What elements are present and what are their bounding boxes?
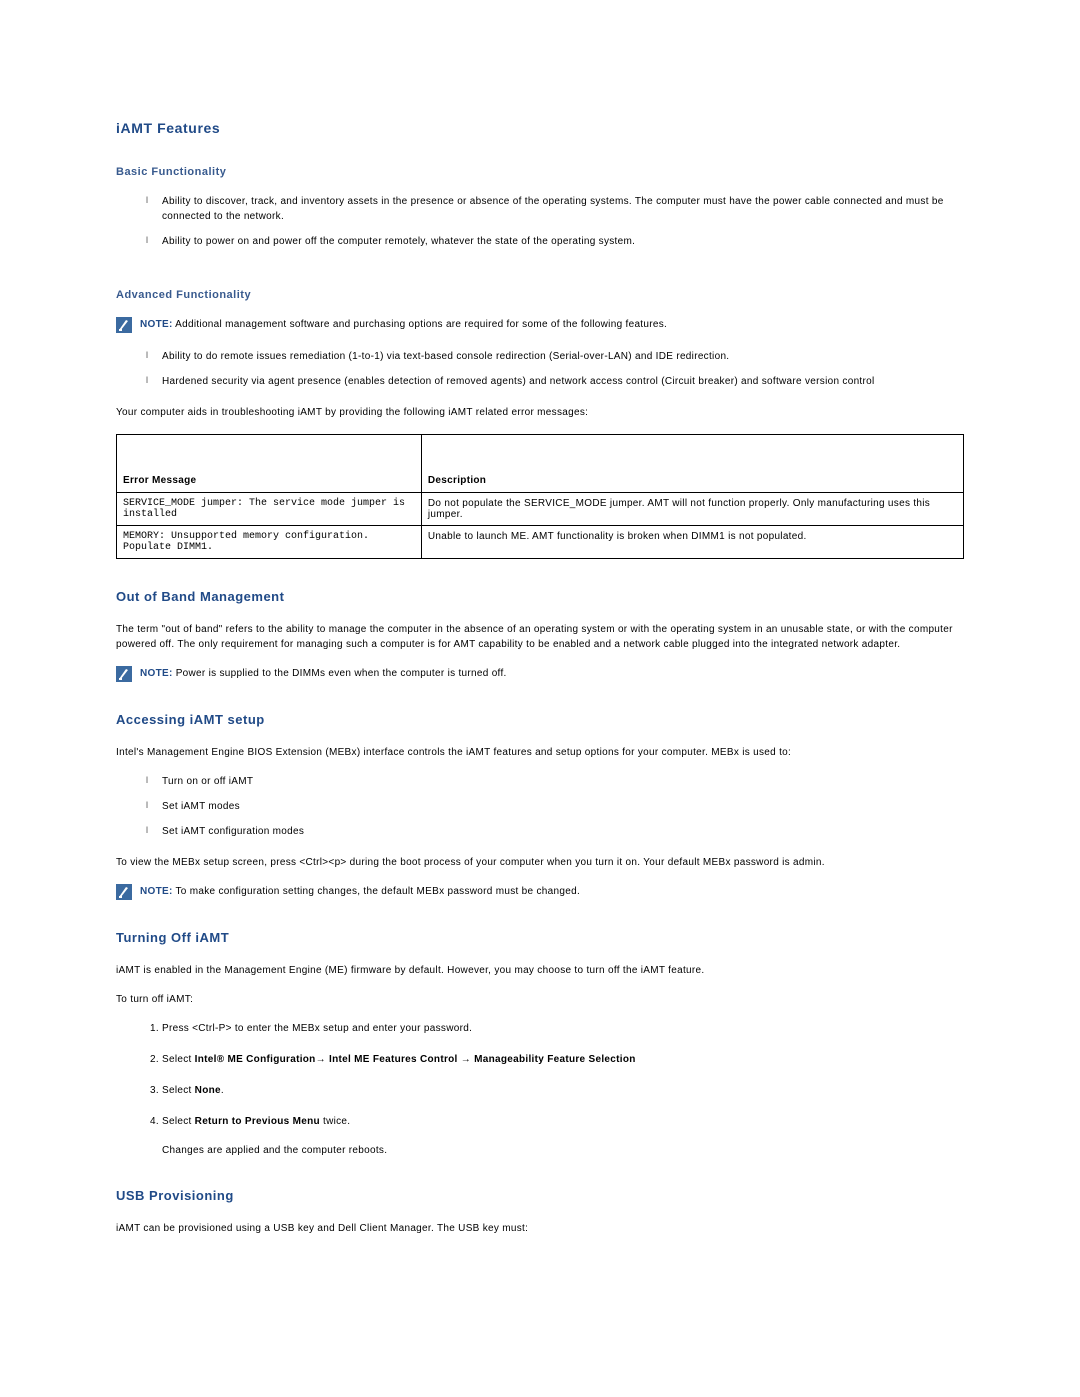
cell-description: Unable to launch ME. AMT functionality i… xyxy=(421,526,963,559)
note-text: NOTE: To make configuration setting chan… xyxy=(140,884,580,899)
table-row: MEMORY: Unsupported memory configuration… xyxy=(117,526,964,559)
step-bold: Intel® ME Configuration xyxy=(195,1054,316,1065)
heading-accessing-setup: Accessing iAMT setup xyxy=(116,712,964,727)
document-page: iAMT Features Basic Functionality Abilit… xyxy=(0,0,1080,1310)
error-message-table: Error Message Description SERVICE_MODE j… xyxy=(116,434,964,559)
heading-advanced-functionality: Advanced Functionality xyxy=(116,289,964,301)
usb-text: iAMT can be provisioned using a USB key … xyxy=(116,1221,964,1236)
oob-paragraph: The term "out of band" refers to the abi… xyxy=(116,622,964,652)
note-access: NOTE: To make configuration setting chan… xyxy=(116,884,964,900)
turnoff-steps: Press <Ctrl-P> to enter the MEBx setup a… xyxy=(116,1021,964,1158)
troubleshoot-intro: Your computer aids in troubleshooting iA… xyxy=(116,405,964,420)
step-text: Select xyxy=(162,1085,195,1096)
note-icon xyxy=(116,317,132,333)
note-advanced: NOTE: Additional management software and… xyxy=(116,317,964,333)
step-item: Select Return to Previous Menu twice. Ch… xyxy=(162,1114,964,1158)
list-item: Set iAMT configuration modes xyxy=(162,824,964,839)
step-bold: None xyxy=(195,1085,221,1096)
step-text: Select xyxy=(162,1116,195,1127)
heading-out-of-band: Out of Band Management xyxy=(116,589,964,604)
cell-error-message: SERVICE_MODE jumper: The service mode ju… xyxy=(117,493,422,526)
step-bold: Manageability Feature Selection xyxy=(474,1054,636,1065)
table-header-description: Description xyxy=(421,435,963,493)
access-intro: Intel's Management Engine BIOS Extension… xyxy=(116,745,964,760)
step-text: . xyxy=(221,1085,224,1096)
heading-iamt-features: iAMT Features xyxy=(116,120,964,136)
note-body: To make configuration setting changes, t… xyxy=(173,886,580,897)
basic-functionality-list: Ability to discover, track, and inventor… xyxy=(116,194,964,249)
step-bold: Return to Previous Menu xyxy=(195,1116,320,1127)
step-subtext: Changes are applied and the computer reb… xyxy=(162,1143,964,1158)
turnoff-lead: To turn off iAMT: xyxy=(116,992,964,1007)
note-body: Additional management software and purch… xyxy=(173,319,668,330)
note-body: Power is supplied to the DIMMs even when… xyxy=(173,668,507,679)
step-item: Select Intel® ME Configuration→ Intel ME… xyxy=(162,1052,964,1067)
list-item: Ability to do remote issues remediation … xyxy=(162,349,964,364)
list-item: Turn on or off iAMT xyxy=(162,774,964,789)
list-item: Set iAMT modes xyxy=(162,799,964,814)
table-row: SERVICE_MODE jumper: The service mode ju… xyxy=(117,493,964,526)
table-header-error: Error Message xyxy=(117,435,422,493)
step-item: Select None. xyxy=(162,1083,964,1098)
cell-description: Do not populate the SERVICE_MODE jumper.… xyxy=(421,493,963,526)
list-item: Ability to power on and power off the co… xyxy=(162,234,964,249)
list-item: Hardened security via agent presence (en… xyxy=(162,374,964,389)
heading-turning-off: Turning Off iAMT xyxy=(116,930,964,945)
note-icon xyxy=(116,884,132,900)
step-text: Select xyxy=(162,1054,195,1065)
note-label: NOTE: xyxy=(140,886,173,897)
cell-error-message: MEMORY: Unsupported memory configuration… xyxy=(117,526,422,559)
access-outro: To view the MEBx setup screen, press <Ct… xyxy=(116,855,964,870)
note-text: NOTE: Additional management software and… xyxy=(140,317,667,332)
note-label: NOTE: xyxy=(140,668,173,679)
step-item: Press <Ctrl-P> to enter the MEBx setup a… xyxy=(162,1021,964,1036)
note-oob: NOTE: Power is supplied to the DIMMs eve… xyxy=(116,666,964,682)
list-item: Ability to discover, track, and inventor… xyxy=(162,194,964,224)
step-arrow: → xyxy=(316,1054,329,1065)
step-text: twice. xyxy=(320,1116,350,1127)
turnoff-intro: iAMT is enabled in the Management Engine… xyxy=(116,963,964,978)
step-bold: Intel ME Features Control xyxy=(329,1054,458,1065)
heading-usb-provisioning: USB Provisioning xyxy=(116,1188,964,1203)
note-text: NOTE: Power is supplied to the DIMMs eve… xyxy=(140,666,507,681)
note-icon xyxy=(116,666,132,682)
advanced-functionality-list: Ability to do remote issues remediation … xyxy=(116,349,964,389)
heading-basic-functionality: Basic Functionality xyxy=(116,166,964,178)
note-label: NOTE: xyxy=(140,319,173,330)
step-arrow: → xyxy=(458,1054,474,1065)
access-list: Turn on or off iAMT Set iAMT modes Set i… xyxy=(116,774,964,839)
